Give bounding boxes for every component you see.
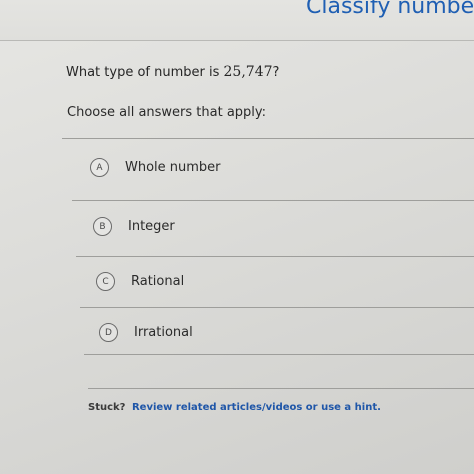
question-prefix: What type of number is xyxy=(66,65,224,80)
divider-a xyxy=(72,200,474,201)
help-prefix: Stuck? xyxy=(88,402,126,413)
exercise-screen: Classify numbe What type of number is 25… xyxy=(0,0,474,474)
title-bar: Classify numbe xyxy=(0,0,474,41)
choice-b-label: Integer xyxy=(128,219,175,234)
choice-c-badge: C xyxy=(96,272,115,291)
choice-d[interactable]: D Irrational xyxy=(99,323,193,342)
question-number: 25,747 xyxy=(223,64,273,80)
choice-c-label: Rational xyxy=(131,274,185,289)
choice-b-badge: B xyxy=(93,217,112,236)
question-text: What type of number is 25,747? xyxy=(66,64,279,80)
divider-bottom xyxy=(88,388,474,389)
help-link[interactable]: Review related articles/videos or use a … xyxy=(132,402,381,413)
choice-a-label: Whole number xyxy=(125,160,221,175)
page-title: Classify numbe xyxy=(306,0,474,19)
divider-top xyxy=(62,138,474,139)
choice-c[interactable]: C Rational xyxy=(96,272,184,291)
choice-a[interactable]: A Whole number xyxy=(90,158,221,177)
choice-d-label: Irrational xyxy=(134,325,193,340)
divider-b xyxy=(76,256,474,257)
choice-d-badge: D xyxy=(99,323,118,342)
divider-c xyxy=(80,307,474,308)
choice-b[interactable]: B Integer xyxy=(93,217,175,236)
question-suffix: ? xyxy=(272,65,280,80)
help-line: Stuck? Review related articles/videos or… xyxy=(88,402,381,413)
instruction-text: Choose all answers that apply: xyxy=(67,105,267,120)
divider-d xyxy=(84,354,474,355)
choice-a-badge: A xyxy=(90,158,109,177)
